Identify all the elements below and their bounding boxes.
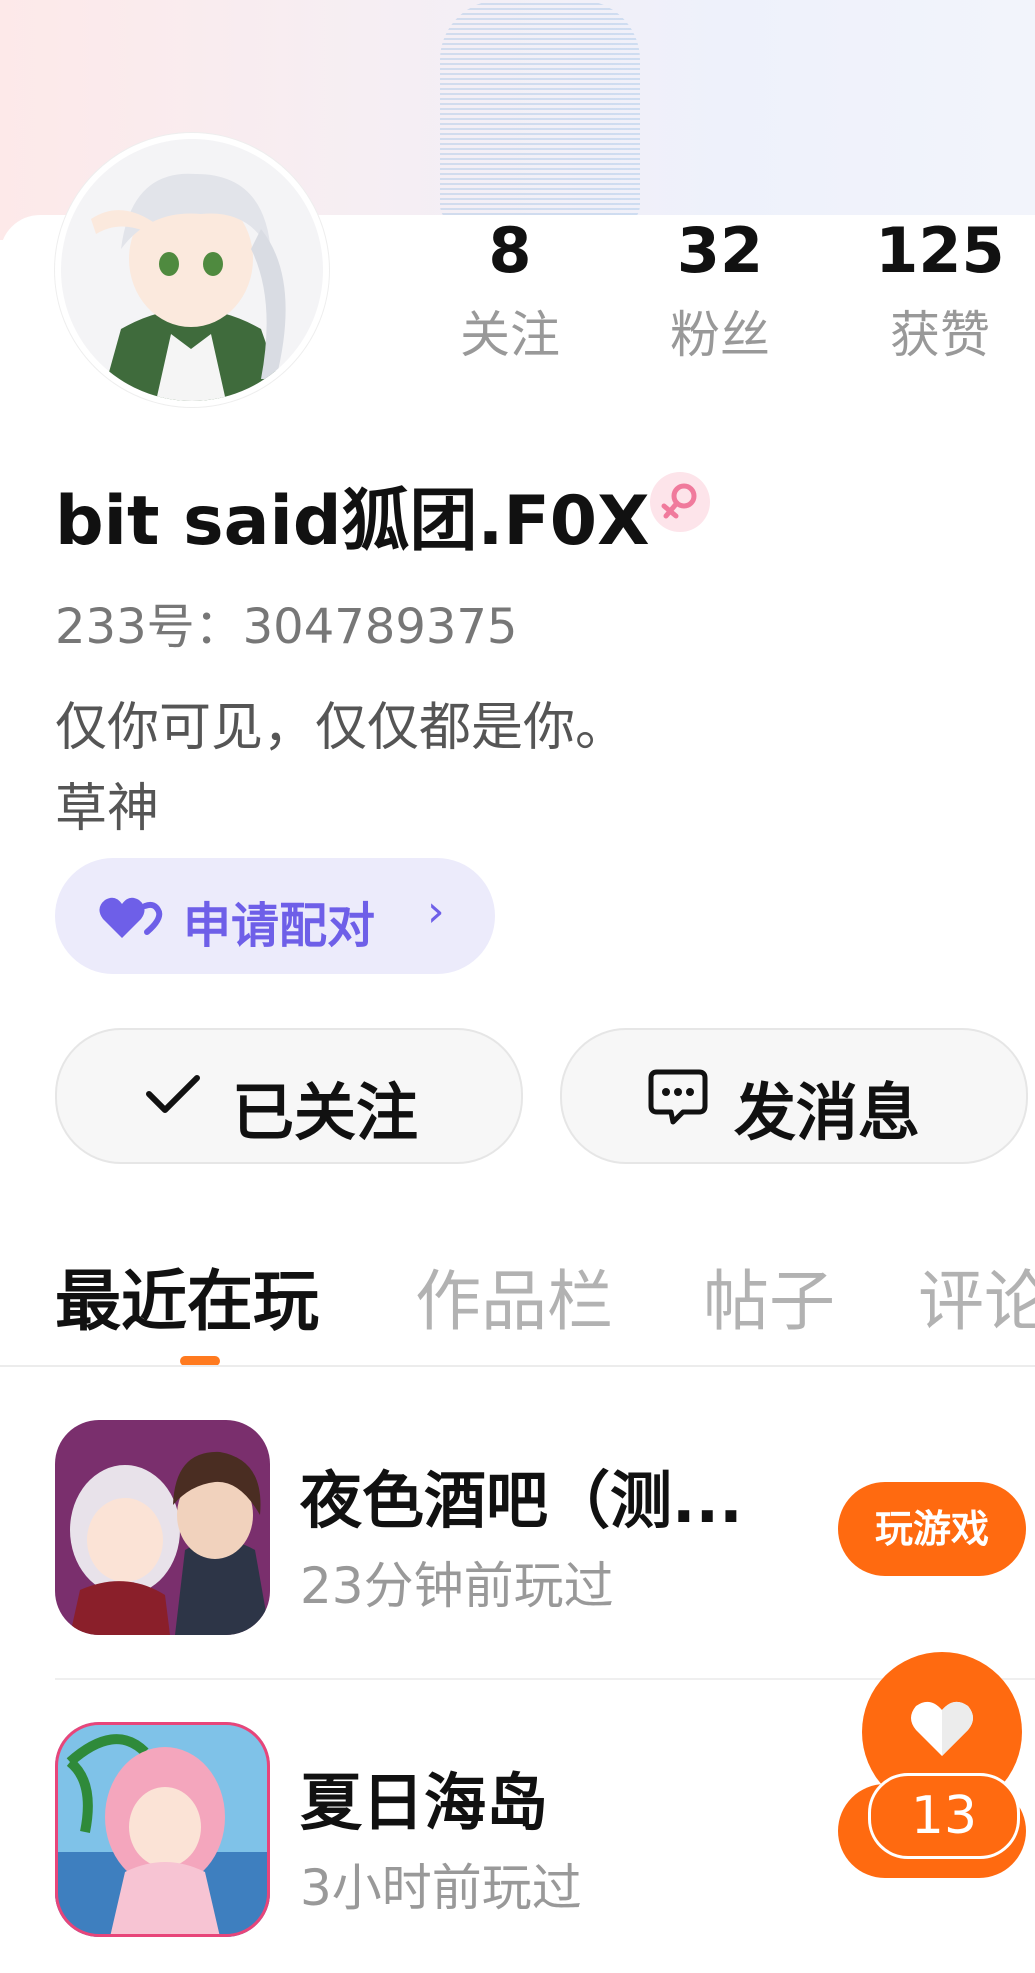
bio-line-2: 草神 xyxy=(55,779,160,839)
game-title: 夏日海岛 xyxy=(300,1766,549,1839)
stat-likes[interactable]: 125 获赞 xyxy=(850,214,1030,364)
stat-following-label: 关注 xyxy=(460,306,560,364)
list-item[interactable]: 夜色酒吧（测... 23分钟前玩过 玩游戏 xyxy=(0,1420,1035,1650)
tab-recently-played[interactable]: 最近在玩 xyxy=(55,1248,319,1344)
followed-label: 已关注 xyxy=(232,1076,419,1149)
stat-following[interactable]: 8 关注 xyxy=(420,214,600,364)
request-pair-button[interactable]: 申请配对 › xyxy=(55,858,495,974)
tabs-divider xyxy=(0,1365,1035,1367)
check-icon xyxy=(145,1072,201,1122)
game-icon-night-bar xyxy=(55,1420,270,1635)
tab-works[interactable]: 作品栏 xyxy=(415,1248,613,1344)
game-title: 夜色酒吧（测... xyxy=(300,1464,743,1537)
username: bit said狐团.F0X xyxy=(55,482,650,561)
header-figure-decoration xyxy=(440,0,640,225)
tab-comments[interactable]: 评论 xyxy=(918,1248,1035,1344)
bio-line-1: 仅你可见，仅仅都是你。 xyxy=(55,698,628,758)
request-pair-label: 申请配对 xyxy=(183,898,376,954)
game-last-played: 23分钟前玩过 xyxy=(300,1557,614,1615)
stat-following-count: 8 xyxy=(488,214,532,287)
stat-likes-label: 获赞 xyxy=(890,306,990,364)
heart-icon xyxy=(908,1698,976,1764)
send-message-label: 发消息 xyxy=(734,1076,921,1149)
message-bubble-icon xyxy=(647,1066,709,1132)
profile-stats: 8 关注 32 粉丝 125 获赞 xyxy=(420,220,1035,400)
stat-followers[interactable]: 32 粉丝 xyxy=(630,214,810,364)
profile-tabs: 最近在玩 作品栏 帖子 评论 xyxy=(0,1248,1035,1368)
game-icon-summer-island xyxy=(55,1722,270,1937)
game-last-played: 3小时前玩过 xyxy=(300,1859,582,1917)
send-message-button[interactable]: 发消息 xyxy=(560,1028,1028,1164)
user-id: 233号：304789375 xyxy=(55,599,518,655)
like-count: 13 xyxy=(868,1773,1020,1859)
tab-posts[interactable]: 帖子 xyxy=(703,1248,835,1344)
play-game-button[interactable]: 玩游戏 xyxy=(838,1482,1026,1576)
female-icon xyxy=(650,472,710,532)
hearts-icon xyxy=(97,892,167,946)
chevron-right-icon: › xyxy=(427,886,445,937)
stat-followers-label: 粉丝 xyxy=(670,306,770,364)
stat-likes-count: 125 xyxy=(875,214,1005,287)
followed-button[interactable]: 已关注 xyxy=(55,1028,523,1164)
stat-followers-count: 32 xyxy=(676,214,764,287)
avatar[interactable] xyxy=(55,133,329,407)
